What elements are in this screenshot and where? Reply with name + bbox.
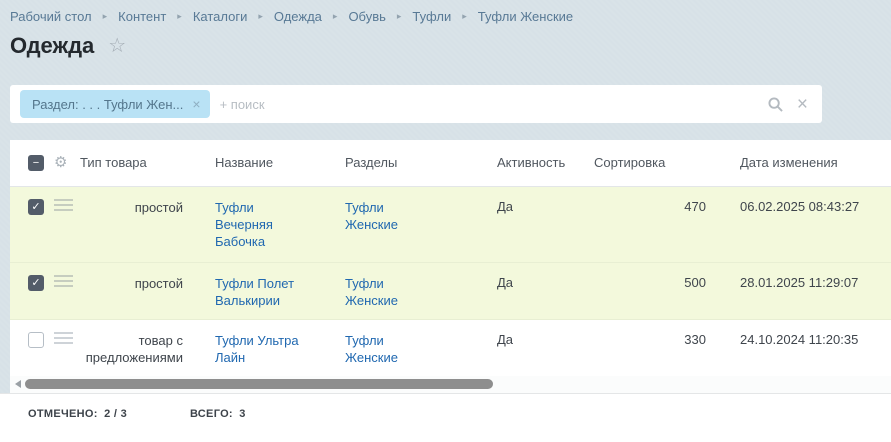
filter-icons: × <box>768 95 812 114</box>
product-name-link[interactable]: Туфли Ультра Лайн <box>215 333 299 365</box>
cell-modified: 28.01.2025 11:29:07 <box>714 262 891 319</box>
select-all-checkbox[interactable]: − <box>28 155 44 171</box>
column-header-modified[interactable]: Дата изменения <box>714 140 891 186</box>
row-checkbox-cell <box>10 319 54 376</box>
filter-bar: Раздел: . . . Туфли Жен... × × <box>10 85 822 123</box>
row-drag-cell <box>54 262 80 319</box>
breadcrumb-separator-icon: ▸ <box>177 12 182 21</box>
cell-sections: Туфли Женские <box>310 262 487 319</box>
page-title: Одежда <box>10 33 94 59</box>
breadcrumb-separator-icon: ▸ <box>103 12 108 21</box>
breadcrumb-item[interactable]: Рабочий стол <box>10 9 92 24</box>
row-checkbox[interactable]: ✓ <box>28 275 44 291</box>
breadcrumb-item[interactable]: Обувь <box>348 9 385 24</box>
column-header-active[interactable]: Активность <box>487 140 584 186</box>
product-name-link[interactable]: Туфли Полет Валькирии <box>215 276 294 308</box>
cell-product-type: простой <box>80 186 195 262</box>
drag-handle-icon[interactable] <box>54 275 73 290</box>
drag-handle-icon[interactable] <box>54 332 73 347</box>
cell-modified: 06.02.2025 08:43:27 <box>714 186 891 262</box>
row-drag-cell <box>54 319 80 376</box>
total-label: ВСЕГО: <box>190 408 233 420</box>
table-row: ✓ простой Туфли Вечерняя Бабочка Туфли Женс… <box>10 186 891 262</box>
table-header-row: − ⚙ Тип товара Название Разделы Активнос… <box>10 140 891 186</box>
filter-chip-close-icon[interactable]: × <box>192 97 200 111</box>
scroll-left-arrow-icon[interactable] <box>15 380 21 388</box>
filter-chip[interactable]: Раздел: . . . Туфли Жен... × <box>20 90 210 118</box>
page-header: Одежда ☆ <box>10 33 126 59</box>
filter-chip-label: Раздел: . . . Туфли Жен... <box>32 97 183 112</box>
row-checkbox-cell: ✓ <box>10 186 54 262</box>
table-row: ✓ простой Туфли Полет Валькирии Туфли Женск… <box>10 262 891 319</box>
selected-label: ОТМЕЧЕНО: <box>28 408 98 420</box>
breadcrumb-item[interactable]: Туфли <box>412 9 451 24</box>
horizontal-scrollbar <box>10 376 891 393</box>
drag-handle-icon[interactable] <box>54 199 73 214</box>
breadcrumb-item[interactable]: Каталоги <box>193 9 248 24</box>
breadcrumb-item[interactable]: Туфли Женские <box>478 9 573 24</box>
total-value: 3 <box>239 408 245 420</box>
favorite-star-icon[interactable]: ☆ <box>108 36 126 56</box>
breadcrumb-item[interactable]: Контент <box>118 9 166 24</box>
grid-settings-gear-icon[interactable]: ⚙ <box>54 155 67 170</box>
cell-product-name: Туфли Ультра Лайн <box>195 319 310 376</box>
search-icon[interactable] <box>768 97 783 112</box>
status-bar: ОТМЕЧЕНО: 2 / 3 ВСЕГО: 3 <box>0 393 891 442</box>
table-row: товар с предложениями Туфли Ультра Лайн Ту… <box>10 319 891 376</box>
cell-sort: 330 <box>584 319 714 376</box>
cell-product-name: Туфли Вечерняя Бабочка <box>195 186 310 262</box>
breadcrumb-separator-icon: ▸ <box>462 12 467 21</box>
cell-sort: 500 <box>584 262 714 319</box>
row-checkbox-cell: ✓ <box>10 262 54 319</box>
row-checkbox[interactable]: ✓ <box>28 199 44 215</box>
breadcrumb-separator-icon: ▸ <box>333 12 338 21</box>
product-name-link[interactable]: Туфли Вечерняя Бабочка <box>215 200 273 249</box>
section-link[interactable]: Туфли Женские <box>345 276 398 308</box>
cell-product-name: Туфли Полет Валькирии <box>195 262 310 319</box>
cell-active: Да <box>487 262 584 319</box>
breadcrumb-separator-icon: ▸ <box>397 12 402 21</box>
row-drag-cell <box>54 186 80 262</box>
selected-value: 2 / 3 <box>104 408 127 420</box>
breadcrumb-item[interactable]: Одежда <box>274 9 322 24</box>
breadcrumb: Рабочий стол ▸ Контент ▸ Каталоги ▸ Одежда ▸ Обу… <box>10 9 573 24</box>
section-link[interactable]: Туфли Женские <box>345 333 398 365</box>
selected-count: ОТМЕЧЕНО: 2 / 3 <box>25 408 127 420</box>
breadcrumb-separator-icon: ▸ <box>258 12 263 21</box>
products-grid: − ⚙ Тип товара Название Разделы Активнос… <box>10 140 891 377</box>
column-header-name[interactable]: Название <box>195 140 310 186</box>
column-header-type[interactable]: Тип товара <box>80 140 195 186</box>
cell-sections: Туфли Женские <box>310 186 487 262</box>
section-link[interactable]: Туфли Женские <box>345 200 398 232</box>
cell-product-type: товар с предложениями <box>80 319 195 376</box>
cell-active: Да <box>487 186 584 262</box>
cell-sort: 470 <box>584 186 714 262</box>
cell-active: Да <box>487 319 584 376</box>
total-count: ВСЕГО: 3 <box>187 408 246 420</box>
row-checkbox[interactable] <box>28 332 44 348</box>
column-header-sections[interactable]: Разделы <box>310 140 487 186</box>
search-input[interactable] <box>210 97 768 112</box>
cell-sections: Туфли Женские <box>310 319 487 376</box>
filter-clear-icon[interactable]: × <box>797 95 808 114</box>
cell-product-type: простой <box>80 262 195 319</box>
cell-modified: 24.10.2024 11:20:35 <box>714 319 891 376</box>
scrollbar-thumb[interactable] <box>25 379 493 389</box>
column-header-sort[interactable]: Сортировка <box>584 140 714 186</box>
